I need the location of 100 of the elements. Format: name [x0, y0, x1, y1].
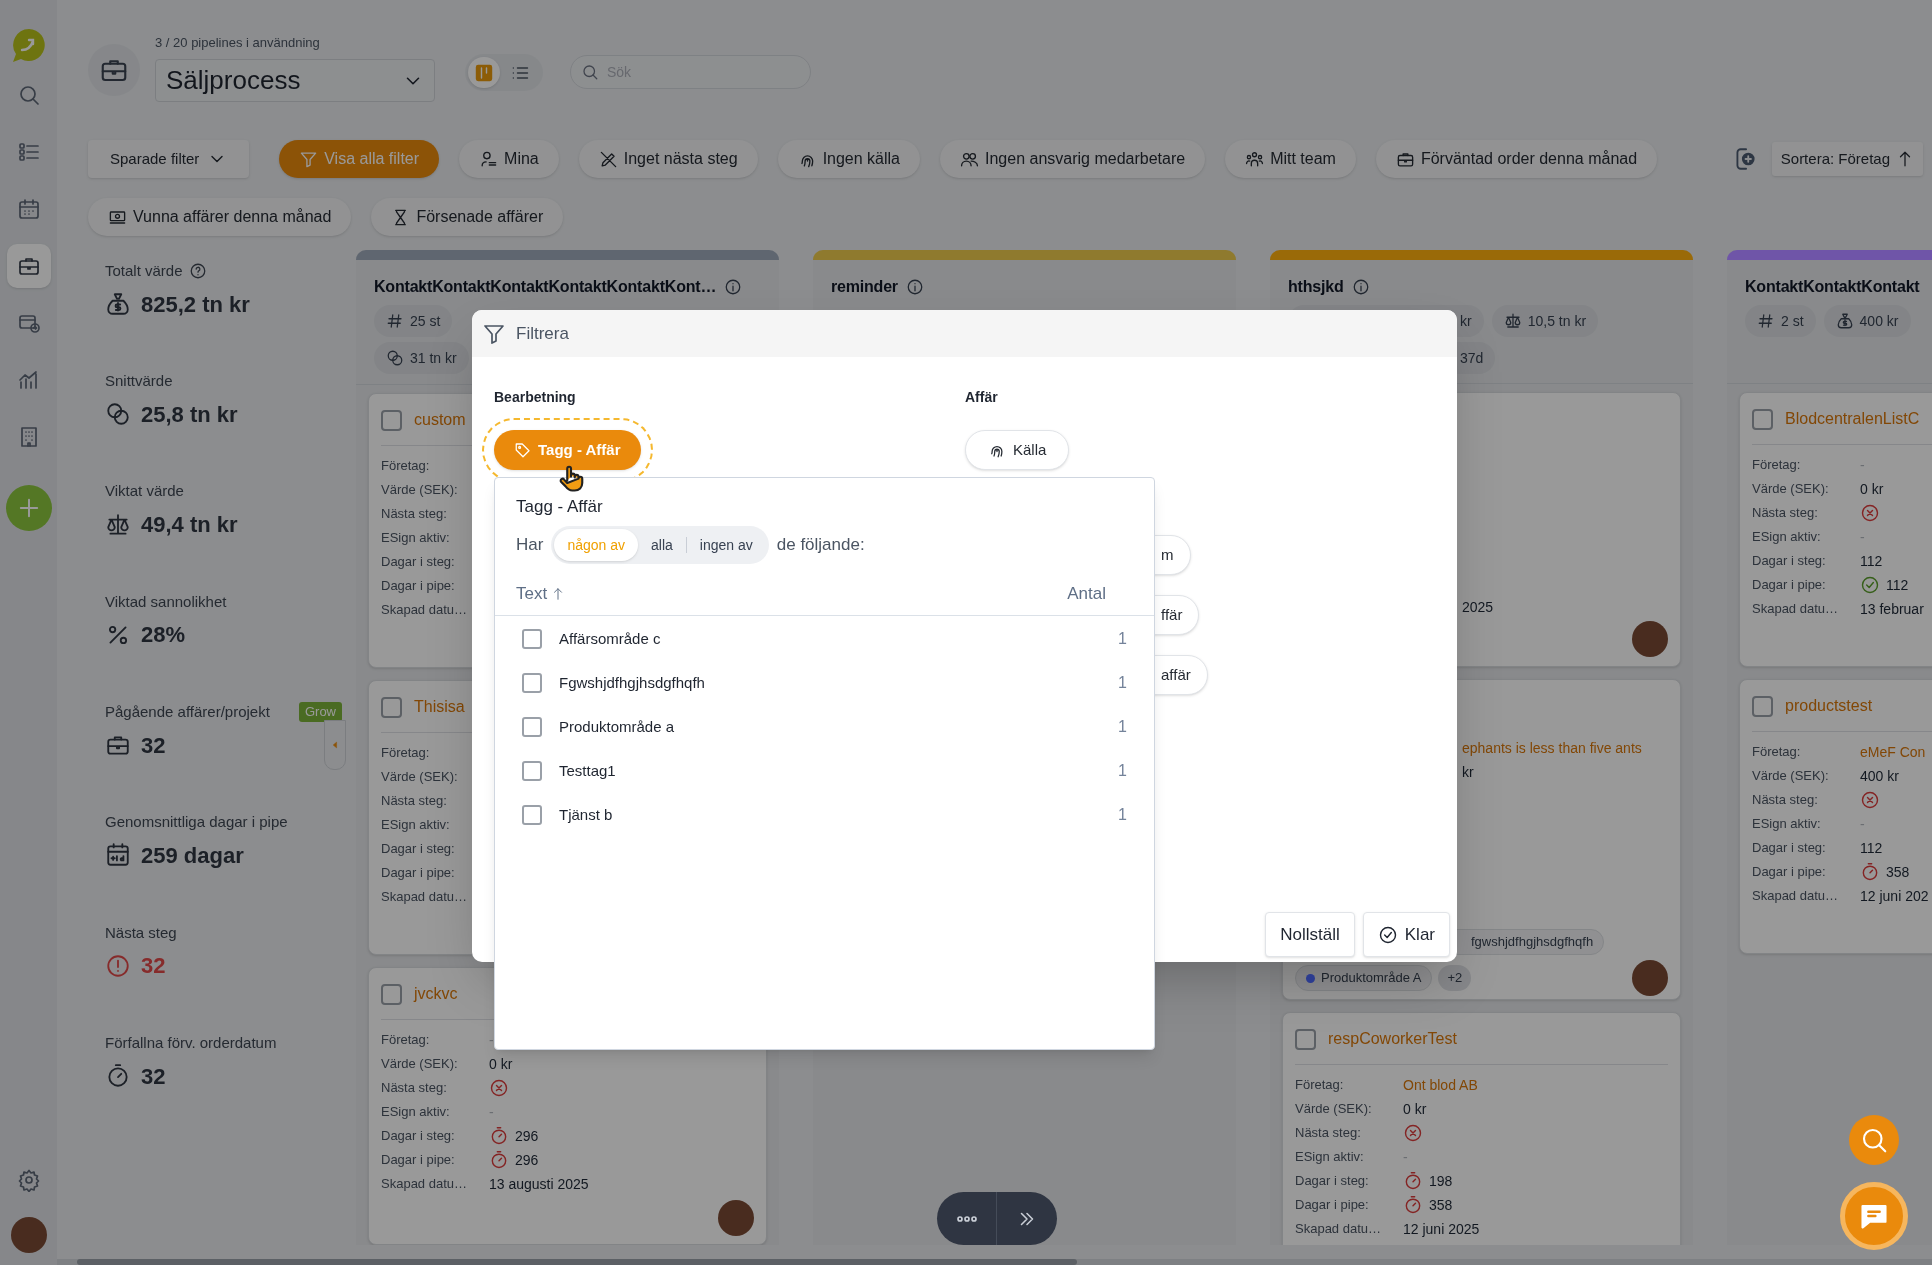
field-value: 2025	[1462, 597, 1494, 617]
timer-icon	[1403, 1171, 1423, 1191]
deal-card[interactable]: BlodcentralenListC Företag: - Värde (SEK): 0 kr Nästa steg: ESign aktiv: - Dagar i steg: 112 Dagar i pipe: 112 Skapad datu… 13 februar	[1739, 392, 1932, 667]
field-value: 112	[1886, 575, 1909, 595]
filter-chip[interactable]: Ingen ansvarig medarbetare	[940, 140, 1206, 178]
avatar[interactable]	[10, 1217, 47, 1253]
field-label: Skapad datu…	[1752, 600, 1839, 619]
x-circle-icon	[1403, 1123, 1423, 1143]
filter-chip[interactable]: Mitt team	[1225, 140, 1356, 178]
pipeline-dropdown[interactable]: Säljprocess	[155, 59, 435, 102]
done-button[interactable]: Klar	[1362, 912, 1450, 957]
column-title: reminder	[831, 277, 898, 297]
checkbox[interactable]	[1752, 695, 1773, 717]
match-mode-option[interactable]: ingen av	[686, 529, 766, 561]
field-value: 296	[515, 1126, 539, 1146]
checkbox[interactable]	[1752, 408, 1773, 430]
sort-button[interactable]: Sortera: Företag	[1771, 142, 1923, 176]
field-value: 13 februar	[1860, 599, 1924, 619]
tag-text: Produktområde A	[1321, 969, 1422, 988]
stat-label: Genomsnittliga dagar i pipe	[105, 812, 288, 833]
checklist-icon	[16, 140, 41, 164]
field-label: Dagar i pipe:	[1752, 863, 1827, 882]
deal-card[interactable]: respCoworkerTest Företag: Ont blod AB Värde (SEK): 0 kr Nästa steg: ESign aktiv: - Dagar i steg: 198 Dagar i pipe: 358 Skapad datu… 12 juni 2025	[1282, 1012, 1681, 1245]
field-label: Skapad datu…	[381, 601, 468, 620]
popover-title: Tagg - Affär	[516, 496, 604, 518]
field-value: -	[1403, 1147, 1408, 1167]
filter-chip[interactable]: Inget nästa steg	[578, 140, 758, 178]
add-button[interactable]	[5, 485, 52, 531]
checkbox[interactable]	[522, 629, 542, 649]
checkbox[interactable]	[522, 761, 542, 781]
column-title: KontaktKontaktKontakt	[1745, 277, 1920, 297]
calendar-icon	[16, 197, 41, 221]
x-circle-icon	[1860, 503, 1880, 523]
check-circle-icon	[1377, 924, 1398, 945]
field-value: 0 kr	[1860, 479, 1884, 499]
collapse-handle[interactable]	[324, 720, 346, 770]
field-label: Företag:	[1752, 456, 1802, 475]
field-label: Nästa steg:	[1752, 791, 1819, 810]
logo[interactable]	[10, 27, 47, 63]
money-bag-icon	[105, 291, 131, 317]
checkbox[interactable]	[381, 409, 402, 431]
field-label: Dagar i steg:	[381, 840, 456, 859]
field-label: Skapad datu…	[381, 1175, 468, 1194]
timer-icon	[489, 1150, 509, 1170]
match-suffix: de följande:	[776, 534, 865, 557]
field-value: -	[1860, 814, 1865, 834]
hash-icon	[386, 312, 404, 330]
filter-chip[interactable]: Förväntad order denna månad	[1375, 140, 1658, 178]
caret-icon	[330, 740, 340, 750]
filter-chip[interactable]: Mina	[459, 140, 559, 178]
field-label: Skapad datu…	[381, 888, 468, 907]
chip-text: 2 st	[1781, 311, 1804, 331]
coins-icon	[386, 349, 404, 367]
deal-card[interactable]: productstest Företag: eMeF Con Värde (SEK): 400 kr Nästa steg: ESign aktiv: - Dagar i steg: 112 Dagar i pipe: 358 Skapad datu… 12 juni 202	[1739, 679, 1932, 954]
view-button[interactable]	[468, 57, 500, 88]
field-label: ESign aktiv:	[381, 816, 451, 835]
chip-text: 400 kr	[1859, 311, 1899, 331]
checkbox[interactable]	[522, 717, 542, 737]
field-value: 0 kr	[1403, 1099, 1427, 1119]
pipeline-usage: 3 / 20 pipelines i användning	[155, 34, 321, 52]
match-mode-option[interactable]: alla	[638, 529, 686, 561]
filter-chip[interactable]: Vunna affärer denna månad	[88, 198, 352, 236]
more-tags-badge[interactable]: +2	[1438, 965, 1472, 991]
field-value: 112	[1860, 551, 1883, 571]
checkbox[interactable]	[381, 983, 402, 1005]
tag-count: 1	[1118, 717, 1127, 737]
stat-label: Viktad sannolikhet	[105, 591, 227, 612]
saved-filters-button[interactable]: Sparade filter	[88, 140, 250, 178]
filter-chip[interactable]: Ingen källa	[777, 140, 920, 178]
column-header[interactable]: Text	[516, 580, 548, 607]
field-label: Dagar i pipe:	[1752, 576, 1827, 595]
field-value: 13 augusti 2025	[489, 1174, 589, 1194]
checkbox[interactable]	[522, 805, 542, 825]
horizontal-scrollbar[interactable]	[57, 1259, 1932, 1265]
field-label: Dagar i steg:	[1752, 839, 1827, 858]
field-value: -	[489, 1102, 494, 1122]
checkbox[interactable]	[381, 696, 402, 718]
column-header[interactable]: Antal	[1067, 580, 1106, 607]
reset-button[interactable]: Nollställ	[1265, 912, 1355, 957]
scale-icon	[1503, 312, 1522, 330]
tag-name: Affärsområde c	[559, 628, 661, 649]
chip-text: 31 tn kr	[410, 348, 457, 368]
checkbox[interactable]	[522, 673, 542, 693]
alert-icon	[105, 952, 131, 979]
field-value: -	[489, 1030, 494, 1050]
pencil-slash-icon	[598, 149, 618, 169]
field-label: ESign aktiv:	[1752, 815, 1822, 834]
field-label: Företag:	[381, 457, 431, 476]
filter-chip[interactable]: Försenade affärer	[371, 198, 564, 236]
checkbox[interactable]	[1295, 1028, 1316, 1050]
tag-count: 1	[1118, 673, 1127, 693]
stat-label: Nästa steg	[105, 922, 177, 943]
column-title: KontaktKontaktKontaktKontaktKontaktKont…	[374, 277, 717, 297]
filter-chip[interactable]: Källa	[965, 430, 1070, 470]
nav-item[interactable]	[6, 244, 51, 288]
section-heading: Affär	[965, 388, 998, 407]
field-label: Nästa steg:	[1295, 1124, 1362, 1143]
field-value: kr	[1462, 762, 1474, 782]
section-heading: Bearbetning	[494, 388, 576, 407]
field-label: Dagar i steg:	[1752, 552, 1827, 571]
